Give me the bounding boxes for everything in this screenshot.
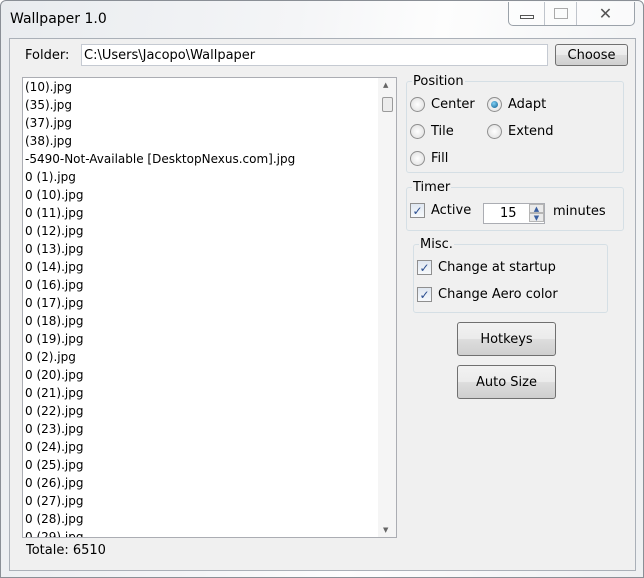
- check-icon: ✓: [410, 203, 425, 218]
- check-icon: ✓: [417, 287, 432, 302]
- auto-size-button[interactable]: Auto Size: [457, 365, 556, 399]
- minimize-button[interactable]: [509, 2, 545, 25]
- folder-input[interactable]: C:\Users\Jacopo\Wallpaper: [81, 44, 548, 66]
- total-count: Totale: 6510: [26, 543, 106, 558]
- timer-active-checkbox[interactable]: ✓ Active: [410, 203, 471, 218]
- radio-icon: [410, 151, 425, 166]
- scroll-up-icon[interactable]: ▲: [383, 81, 388, 89]
- list-item[interactable]: 0 (19).jpg: [23, 330, 396, 348]
- radio-icon: [487, 124, 502, 139]
- maximize-button[interactable]: [545, 2, 577, 25]
- radio-fill[interactable]: Fill: [410, 151, 448, 166]
- radio-extend[interactable]: Extend: [487, 124, 554, 139]
- spin-down-icon[interactable]: ▼: [529, 213, 544, 222]
- app-window: Wallpaper 1.0 ✕ Folder: C:\Users\Jacopo\…: [0, 0, 644, 578]
- list-item[interactable]: 0 (22).jpg: [23, 402, 396, 420]
- spinner-value: 15: [500, 206, 517, 221]
- window-controls: ✕: [508, 2, 635, 26]
- maximize-icon: [553, 8, 568, 19]
- list-item[interactable]: (38).jpg: [23, 132, 396, 150]
- minimize-icon: [519, 14, 534, 19]
- checkbox-label: Active: [431, 203, 472, 218]
- list-item[interactable]: 0 (16).jpg: [23, 276, 396, 294]
- file-list[interactable]: (10).jpg (35).jpg (37).jpg (38).jpg -5490-No…: [22, 77, 397, 538]
- change-at-startup-checkbox[interactable]: ✓ Change at startup: [417, 260, 556, 275]
- minutes-label: minutes: [553, 204, 606, 219]
- choose-button[interactable]: Choose: [555, 44, 628, 66]
- checkbox-label: Change at startup: [438, 260, 556, 275]
- radio-label: Adapt: [508, 97, 547, 112]
- list-item[interactable]: 0 (25).jpg: [23, 456, 396, 474]
- checkbox-label: Change Aero color: [438, 287, 558, 302]
- radio-selected-icon: [487, 97, 502, 112]
- spin-up-icon[interactable]: ▲: [529, 204, 544, 213]
- radio-icon: [410, 97, 425, 112]
- list-item[interactable]: 0 (13).jpg: [23, 240, 396, 258]
- radio-label: Extend: [508, 124, 554, 139]
- change-aero-color-checkbox[interactable]: ✓ Change Aero color: [417, 287, 558, 302]
- close-icon: ✕: [598, 4, 613, 23]
- list-item[interactable]: 0 (10).jpg: [23, 186, 396, 204]
- scrollbar[interactable]: ▲ ▼: [378, 78, 396, 537]
- folder-label: Folder:: [25, 48, 70, 63]
- list-item[interactable]: 0 (14).jpg: [23, 258, 396, 276]
- list-item[interactable]: 0 (21).jpg: [23, 384, 396, 402]
- list-item[interactable]: 0 (17).jpg: [23, 294, 396, 312]
- window-title: Wallpaper 1.0: [10, 11, 107, 27]
- list-item[interactable]: 0 (27).jpg: [23, 492, 396, 510]
- list-item[interactable]: 0 (2).jpg: [23, 348, 396, 366]
- list-item[interactable]: 0 (29).jpg: [23, 528, 396, 537]
- list-item[interactable]: 0 (11).jpg: [23, 204, 396, 222]
- radio-adapt[interactable]: Adapt: [487, 97, 546, 112]
- list-item[interactable]: 0 (12).jpg: [23, 222, 396, 240]
- timer-group: Timer ✓ Active 15 ▲ ▼ minutes: [406, 180, 624, 231]
- list-item[interactable]: (10).jpg: [23, 78, 396, 96]
- misc-group: Misc. ✓ Change at startup ✓ Change Aero co…: [413, 237, 608, 313]
- minutes-spinner[interactable]: 15 ▲ ▼: [483, 203, 545, 224]
- list-item[interactable]: 0 (1).jpg: [23, 168, 396, 186]
- misc-title: Misc.: [419, 237, 454, 252]
- position-group: Position Center Adapt Tile Extend Fill: [406, 74, 624, 173]
- hotkeys-button[interactable]: Hotkeys: [457, 322, 556, 356]
- list-item[interactable]: 0 (18).jpg: [23, 312, 396, 330]
- position-title: Position: [412, 74, 465, 89]
- list-item[interactable]: (37).jpg: [23, 114, 396, 132]
- list-item[interactable]: 0 (23).jpg: [23, 420, 396, 438]
- radio-center[interactable]: Center: [410, 97, 475, 112]
- list-item[interactable]: 0 (20).jpg: [23, 366, 396, 384]
- list-item[interactable]: 0 (26).jpg: [23, 474, 396, 492]
- radio-icon: [410, 124, 425, 139]
- radio-tile[interactable]: Tile: [410, 124, 454, 139]
- radio-label: Tile: [431, 124, 454, 139]
- close-button[interactable]: ✕: [577, 2, 634, 25]
- scrollbar-thumb[interactable]: [382, 97, 393, 112]
- timer-title: Timer: [412, 180, 452, 195]
- scroll-down-icon[interactable]: ▼: [383, 526, 388, 534]
- radio-label: Center: [431, 97, 475, 112]
- list-item[interactable]: 0 (24).jpg: [23, 438, 396, 456]
- list-item[interactable]: -5490-Not-Available [DesktopNexus.com].j…: [23, 150, 396, 168]
- client-area: Folder: C:\Users\Jacopo\Wallpaper Choose…: [9, 38, 636, 571]
- check-icon: ✓: [417, 260, 432, 275]
- list-item[interactable]: (35).jpg: [23, 96, 396, 114]
- radio-label: Fill: [431, 151, 449, 166]
- list-item[interactable]: 0 (28).jpg: [23, 510, 396, 528]
